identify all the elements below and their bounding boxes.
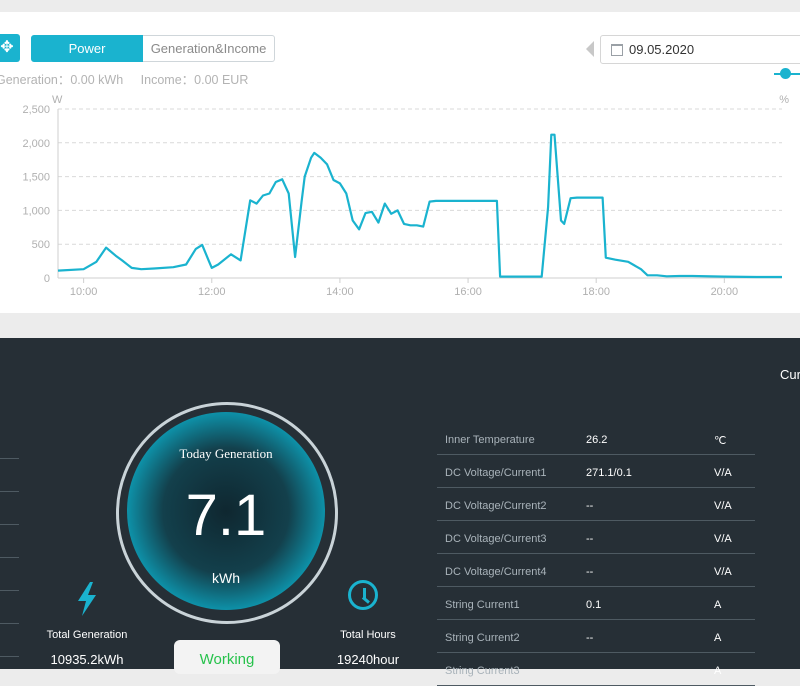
param-value: -- [586, 500, 594, 512]
param-value: 0.1 [586, 599, 602, 611]
total-generation-label: Total Generation [46, 629, 128, 641]
x-tick-label: 20:00 [711, 286, 739, 298]
device-parameter-table: Inner Temperature 26.2 ℃ DC Voltage/Curren… [437, 422, 755, 686]
param-label: String Current1 [445, 599, 520, 611]
y2-axis-label: % [779, 94, 789, 106]
param-label: DC Voltage/Current1 [445, 467, 547, 479]
table-row: Inner Temperature 26.2 ℃ [437, 422, 755, 455]
param-unit: V/A [714, 467, 732, 479]
divider [0, 491, 19, 492]
total-hours-label: Total Hours [340, 629, 396, 641]
table-row: DC Voltage/Current4 -- V/A [437, 554, 755, 587]
param-label: DC Voltage/Current4 [445, 566, 547, 578]
zoom-slider-handle[interactable] [780, 68, 791, 79]
param-value: 271.1/0.1 [586, 467, 632, 479]
divider [0, 458, 19, 459]
divider [0, 557, 19, 558]
table-row: String Current2 -- A [437, 620, 755, 653]
param-unit: V/A [714, 500, 732, 512]
y-tick-label: 0 [44, 273, 50, 285]
power-series-line [57, 133, 782, 279]
divider [0, 623, 19, 624]
x-tick-label: 14:00 [326, 286, 354, 298]
generation-label: Generation： [0, 73, 71, 87]
table-row: DC Voltage/Current1 271.1/0.1 V/A [437, 455, 755, 488]
param-unit: A [714, 599, 722, 611]
total-hours-value: 19240hour [336, 652, 400, 667]
move-icon[interactable]: ✥ [0, 34, 20, 62]
device-detail-panel: Current Today Generation 7.1 kWh Total G… [0, 338, 800, 686]
tab-power[interactable]: Power [31, 35, 143, 62]
param-unit: A [714, 665, 722, 677]
current-label: Current [780, 367, 800, 382]
table-row: DC Voltage/Current2 -- V/A [437, 488, 755, 521]
income-value: 0.00 EUR [194, 73, 249, 87]
param-label: String Current3 [445, 665, 520, 677]
param-label: DC Voltage/Current3 [445, 533, 547, 545]
summary-stats: Generation：0.00 kWh Income：0.00 EUR [0, 69, 262, 88]
today-generation-gauge: Today Generation 7.1 kWh [127, 412, 325, 610]
gauge-value: 7.1 [185, 483, 267, 548]
power-chart: 0 500 1,000 1,500 2,000 2,500 10:00 12:00 14:00 1… [22, 94, 789, 298]
power-panel: ✥ Power Generation&Income 09.05.2020 Gen… [0, 12, 800, 313]
calendar-icon [611, 44, 623, 56]
x-tick-label: 16:00 [454, 286, 482, 298]
previous-date-icon[interactable] [586, 41, 594, 57]
y-tick-label: 500 [32, 239, 50, 251]
gauge-unit: kWh [212, 570, 240, 586]
x-tick-label: 18:00 [582, 286, 610, 298]
tab-generation-income[interactable]: Generation&Income [143, 35, 275, 62]
total-generation-value: 10935.2kWh [50, 652, 124, 667]
divider [0, 656, 19, 657]
param-value: -- [586, 632, 594, 644]
date-picker[interactable]: 09.05.2020 [600, 35, 800, 64]
lightning-icon [78, 582, 96, 616]
y-tick-label: 1,500 [22, 172, 50, 184]
gauge-title: Today Generation [179, 446, 273, 461]
y-tick-label: 2,500 [22, 104, 50, 116]
param-label: String Current2 [445, 632, 520, 644]
x-tick-label: 12:00 [198, 286, 226, 298]
view-tabs: Power Generation&Income [31, 35, 275, 62]
generation-value: 0.00 kWh [70, 73, 124, 87]
table-row: String Current3 A [437, 653, 755, 686]
param-label: DC Voltage/Current2 [445, 500, 547, 512]
y-tick-label: 1,000 [22, 205, 50, 217]
date-value: 09.05.2020 [629, 42, 695, 57]
divider [0, 590, 19, 591]
table-row: String Current1 0.1 A [437, 587, 755, 620]
param-label: Inner Temperature [445, 434, 535, 446]
income-label: Income： [140, 73, 195, 87]
param-unit: ℃ [714, 435, 727, 447]
divider [0, 524, 19, 525]
clock-icon [348, 580, 378, 610]
param-value: 26.2 [586, 434, 608, 446]
table-row: DC Voltage/Current3 -- V/A [437, 521, 755, 554]
param-value: -- [586, 533, 594, 545]
y-tick-label: 2,000 [22, 138, 50, 150]
y-axis-label: W [52, 94, 63, 106]
income-stat: Income：0.00 EUR [141, 73, 249, 87]
param-unit: V/A [714, 533, 732, 545]
param-unit: V/A [714, 566, 732, 578]
generation-stat: Generation：0.00 kWh [0, 73, 123, 87]
param-unit: A [714, 632, 722, 644]
x-tick-label: 10:00 [70, 286, 98, 298]
param-value: -- [586, 566, 594, 578]
